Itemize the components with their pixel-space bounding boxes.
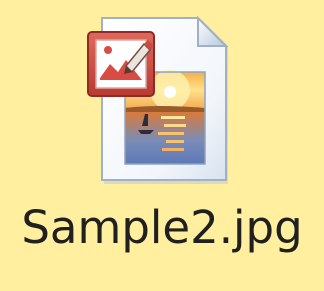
water-reflection xyxy=(161,116,185,119)
water-reflection xyxy=(164,124,186,127)
thumbnail-water xyxy=(125,112,205,164)
water-reflection xyxy=(162,148,184,151)
page-fold xyxy=(197,15,229,47)
jpeg-image-file-icon[interactable] xyxy=(86,14,230,186)
paint-editor-badge-icon xyxy=(87,31,155,97)
desktop-area: Sample2.jpg xyxy=(0,0,324,291)
file-name-label[interactable]: Sample2.jpg xyxy=(0,198,324,258)
sun xyxy=(164,86,176,98)
water-reflection xyxy=(166,140,184,143)
water-reflection xyxy=(158,132,184,135)
